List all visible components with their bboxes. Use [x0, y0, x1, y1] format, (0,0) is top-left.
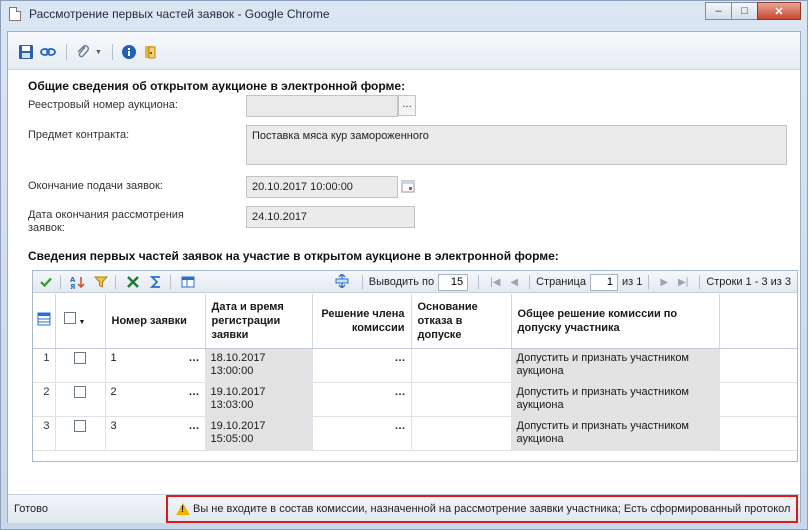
row-number: 2 — [33, 382, 56, 417]
table-settings-icon — [37, 312, 51, 326]
number-lookup-button[interactable]: … — [189, 386, 200, 399]
next-page-icon[interactable]: ▶ — [660, 277, 668, 288]
warning-icon — [176, 503, 190, 515]
table-row[interactable]: 1 1 … 18.10.2017 13:00:00 … Допустить и п… — [33, 348, 797, 383]
applications-grid: AЯ Выводить по 15 |◀ ◀ Страница 1 из 1 ▶… — [32, 270, 798, 462]
pager: Выводить по |◀ ◀ Страница из 1 ▶ ▶| Стро… — [334, 272, 791, 291]
calendar-icon[interactable] — [401, 179, 415, 196]
page-count-label: из 1 — [621, 276, 643, 288]
table-row[interactable]: 3 3 … 19.10.2017 15:05:00 … Допустить и п… — [33, 416, 797, 451]
last-page-icon[interactable]: ▶| — [678, 277, 688, 288]
title-bar: Рассмотрение первых частей заявок - Goog… — [1, 1, 807, 27]
decision-lookup-button[interactable]: … — [395, 420, 406, 433]
exit-icon[interactable] — [141, 42, 161, 62]
rejection-reason — [411, 348, 512, 383]
window-controls: – □ ✕ — [705, 2, 801, 20]
page-size-input[interactable] — [438, 273, 469, 291]
applications-info-title: Сведения первых частей заявок на участие… — [28, 249, 559, 263]
col-rejection-reason[interactable]: Основание отказа в допуске — [411, 294, 512, 349]
general-decision: Допустить и признать участником аукциона — [511, 382, 720, 417]
select-all-checkbox[interactable] — [63, 311, 76, 324]
number-lookup-button[interactable]: … — [189, 420, 200, 433]
save-icon[interactable] — [16, 42, 36, 62]
application-number: 3 — [110, 419, 117, 432]
rejection-reason — [411, 382, 512, 417]
registration-date: 19.10.2017 15:05:00 — [205, 416, 313, 451]
review-deadline-field[interactable]: 24.10.2017 — [246, 206, 415, 228]
page-icon — [9, 7, 21, 21]
browser-window: Рассмотрение первых частей заявок - Goog… — [0, 0, 808, 530]
sum-icon[interactable] — [146, 273, 166, 291]
registry-field[interactable] — [246, 95, 398, 117]
link-icon[interactable] — [38, 42, 58, 62]
close-button[interactable]: ✕ — [757, 2, 801, 20]
row-number: 3 — [33, 416, 56, 451]
prev-page-icon[interactable]: ◀ — [510, 277, 518, 288]
filter-icon[interactable] — [91, 273, 111, 291]
row-checkbox[interactable] — [74, 351, 86, 364]
col-general-decision[interactable]: Общее решение комиссии по допуску участн… — [511, 294, 720, 349]
review-deadline-label: Дата окончания рассмотрения заявок: — [28, 209, 184, 234]
grid-settings-header[interactable] — [33, 294, 56, 349]
decision-lookup-button[interactable]: … — [395, 386, 406, 399]
row-checkbox[interactable] — [74, 385, 86, 398]
warning-message: Вы не входите в состав комиссии, назначе… — [166, 495, 798, 523]
rejection-reason — [411, 416, 512, 451]
check-icon[interactable] — [36, 273, 56, 291]
col-number[interactable]: Номер заявки — [105, 294, 206, 349]
col-registration-date[interactable]: Дата и время регистрации заявки — [205, 294, 313, 349]
rows-count-label: Строки 1 - 3 из 3 — [706, 276, 791, 288]
registry-lookup-button[interactable]: … — [398, 95, 416, 116]
main-toolbar: ▼ — [8, 32, 800, 70]
excel-icon[interactable] — [123, 273, 143, 291]
minimize-button[interactable]: – — [705, 2, 732, 20]
window-title: Рассмотрение первых частей заявок - Goog… — [29, 7, 330, 21]
status-text: Готово — [14, 503, 48, 515]
registration-date: 18.10.2017 13:00:00 — [205, 348, 313, 383]
row-height-icon[interactable] — [334, 272, 350, 291]
registry-label: Реестровый номер аукциона: — [28, 99, 178, 111]
page-number-input[interactable] — [589, 273, 618, 291]
table-row[interactable]: 2 2 … 19.10.2017 13:03:00 … Допустить и п… — [33, 382, 797, 417]
page-content: ▼ Общие сведения об открытом аукционе в … — [7, 31, 801, 523]
warning-text: Вы не входите в состав комиссии, назначе… — [193, 503, 791, 515]
applications-table: ▼ Номер заявки Дата и время регистрации … — [33, 294, 797, 451]
general-decision: Допустить и признать участником аукциона — [511, 348, 720, 383]
columns-icon[interactable] — [178, 273, 198, 291]
general-info-title: Общие сведения об открытом аукционе в эл… — [28, 79, 406, 93]
first-page-icon[interactable]: |◀ — [490, 277, 500, 288]
col-member-decision[interactable]: Решение члена комиссии — [312, 294, 412, 349]
application-number: 1 — [110, 351, 117, 364]
status-bar: Готово Вы не входите в состав комиссии, … — [8, 494, 800, 523]
subject-label: Предмет контракта: — [28, 129, 130, 141]
chevron-down-icon[interactable]: ▼ — [95, 49, 102, 56]
deadline-field[interactable]: 20.10.2017 10:00:00 — [246, 176, 398, 198]
info-icon[interactable] — [119, 42, 139, 62]
subject-field[interactable]: Поставка мяса кур замороженного — [246, 125, 787, 165]
registration-date: 19.10.2017 13:03:00 — [205, 382, 313, 417]
paperclip-icon[interactable] — [73, 42, 93, 62]
deadline-label: Окончание подачи заявок: — [28, 180, 163, 192]
maximize-button[interactable]: □ — [731, 2, 758, 20]
decision-lookup-button[interactable]: … — [395, 352, 406, 365]
select-all-header[interactable]: ▼ — [55, 294, 106, 349]
row-checkbox[interactable] — [74, 419, 86, 432]
row-number: 1 — [33, 348, 56, 383]
general-decision: Допустить и признать участником аукциона — [511, 416, 720, 451]
page-size-label: Выводить по — [368, 276, 435, 288]
chevron-down-icon[interactable]: ▼ — [79, 319, 86, 326]
sort-icon[interactable]: AЯ — [68, 273, 88, 291]
application-number: 2 — [110, 385, 117, 398]
svg-text:Я: Я — [70, 283, 75, 289]
number-lookup-button[interactable]: … — [189, 352, 200, 365]
grid-toolbar: AЯ Выводить по 15 |◀ ◀ Страница 1 из 1 ▶… — [33, 271, 797, 293]
page-label: Страница — [536, 276, 586, 288]
